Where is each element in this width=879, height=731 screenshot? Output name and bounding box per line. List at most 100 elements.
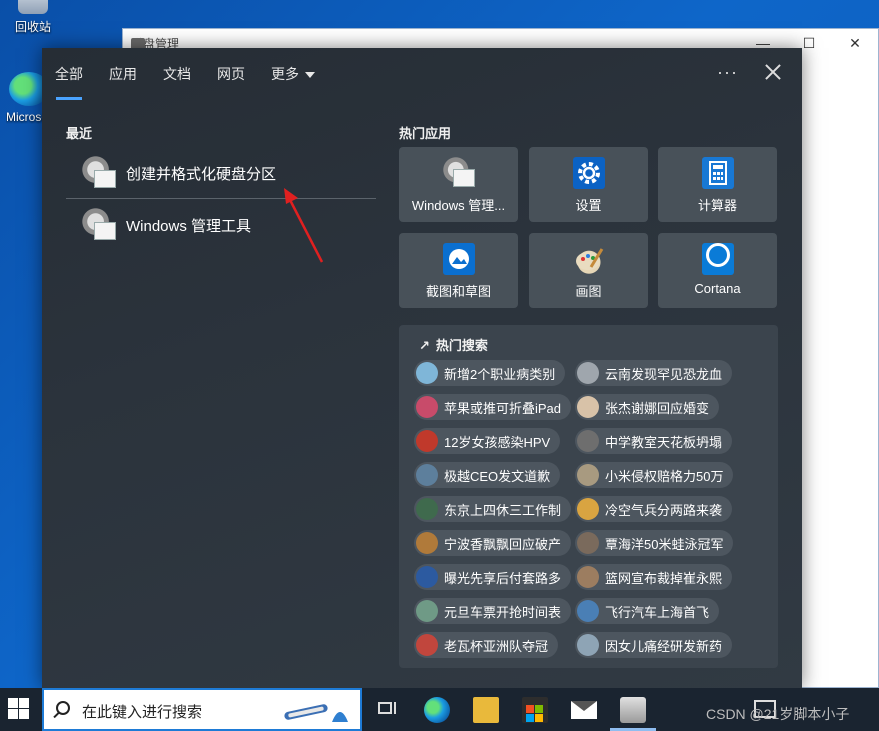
hot-apps-title: 热门应用: [399, 126, 452, 141]
app-tile-settings[interactable]: 设置: [529, 147, 648, 222]
thumbnail-icon: [577, 566, 599, 588]
hot-search-item[interactable]: 小米侵权赔格力50万: [575, 462, 734, 488]
disk-management-icon[interactable]: [620, 697, 646, 723]
app-tile-label: 画图: [575, 284, 602, 299]
hot-search-item[interactable]: 中学教室天花板坍塌: [575, 428, 733, 454]
calculator-icon: [701, 157, 734, 189]
recent-item-label: Windows 管理工具: [126, 217, 252, 235]
hot-search-label: 中学教室天花板坍塌: [605, 434, 723, 450]
app-tile-snip-sketch[interactable]: 截图和草图: [399, 233, 518, 308]
thumbnail-icon: [577, 464, 599, 486]
hot-search-label: 新增2个职业病类别: [444, 366, 556, 382]
start-button[interactable]: [6, 696, 30, 720]
hot-search-item[interactable]: 覃海洋50米蛙泳冠军: [575, 530, 734, 556]
recent-item[interactable]: Windows 管理工具: [66, 200, 376, 250]
hot-search-label: 曝光先享后付套路多: [444, 570, 562, 586]
recent-item[interactable]: 创建并格式化硬盘分区: [66, 148, 376, 198]
tab-all[interactable]: 全部: [42, 48, 96, 100]
admin-tools-icon: [442, 157, 475, 189]
hot-search-item[interactable]: 苹果或推可折叠iPad: [414, 394, 572, 420]
admin-tools-icon: [82, 208, 116, 242]
hot-search-item[interactable]: 飞行汽车上海首飞: [575, 598, 720, 624]
app-tile-label: 设置: [575, 198, 602, 213]
hot-search-item[interactable]: 东京上四休三工作制: [414, 496, 572, 522]
task-view-icon[interactable]: [374, 697, 400, 723]
hot-search-label: 宁波香飘飘回应破产: [444, 536, 562, 552]
more-options-button[interactable]: ···: [717, 62, 738, 83]
trending-icon: ↗: [419, 338, 430, 353]
tab-label: 文档: [163, 66, 191, 82]
hot-search-item[interactable]: 云南发现罕见恐龙血: [575, 360, 733, 386]
divider: [66, 198, 376, 199]
app-tile-label: 截图和草图: [425, 284, 491, 299]
thumbnail-icon: [416, 430, 438, 452]
app-tile-calculator[interactable]: 计算器: [658, 147, 777, 222]
hot-search-item[interactable]: 元旦车票开抢时间表: [414, 598, 572, 624]
taskbar: 在此键入进行搜索 CSDN @21岁脚本小子: [0, 688, 879, 731]
thumbnail-icon: [577, 600, 599, 622]
taskbar-search-box[interactable]: 在此键入进行搜索: [42, 688, 362, 731]
hot-search-label: 东京上四休三工作制: [444, 502, 562, 518]
search-input[interactable]: 在此键入进行搜索: [82, 701, 202, 722]
hot-search-item[interactable]: 宁波香飘飘回应破产: [414, 530, 572, 556]
hot-search-label: 元旦车票开抢时间表: [444, 604, 562, 620]
thumbnail-icon: [577, 362, 599, 384]
hot-search-label: 因女儿痛经研发新药: [605, 638, 723, 654]
hot-search-label: 覃海洋50米蛙泳冠军: [605, 536, 724, 552]
hot-search-item[interactable]: 冷空气兵分两路来袭: [575, 496, 733, 522]
close-button[interactable]: [762, 60, 784, 84]
search-panel: 全部 应用 文档 网页 更多 ··· 最近 创建并格式化硬盘分区 Windows…: [42, 48, 802, 688]
file-explorer-icon[interactable]: [473, 697, 499, 723]
tab-label: 应用: [109, 66, 137, 82]
search-tabs: 全部 应用 文档 网页 更多: [42, 48, 328, 100]
thumbnail-icon: [416, 362, 438, 384]
thumbnail-icon: [577, 634, 599, 656]
hot-search-label: 小米侵权赔格力50万: [605, 468, 724, 484]
close-window-button[interactable]: ✕: [832, 29, 878, 57]
app-tile-cortana[interactable]: Cortana: [658, 233, 777, 308]
mail-icon[interactable]: [571, 701, 597, 719]
watermark: CSDN @21岁脚本小子: [706, 706, 850, 722]
desktop-icon-recycle-bin[interactable]: 回收站: [0, 0, 68, 35]
hot-search-item[interactable]: 极越CEO发文道歉: [414, 462, 561, 488]
app-tile-windows-admin-tools[interactable]: Windows 管理...: [399, 147, 518, 222]
tab-label: 全部: [55, 66, 83, 82]
store-icon[interactable]: [522, 697, 548, 723]
recent-section-title: 最近: [66, 126, 93, 141]
admin-tools-icon: [82, 156, 116, 190]
hot-search-label: 飞行汽车上海首飞: [605, 604, 710, 620]
annotation-arrow: [284, 188, 324, 263]
app-tile-label: Cortana: [694, 281, 741, 296]
hot-search-item[interactable]: 新增2个职业病类别: [414, 360, 566, 386]
thumbnail-icon: [416, 532, 438, 554]
desktop-icon-label: 回收站: [14, 20, 51, 34]
app-tile-label: Windows 管理...: [411, 198, 506, 213]
edge-icon[interactable]: [424, 697, 450, 723]
tab-apps[interactable]: 应用: [96, 48, 150, 100]
hot-search-title-text: 热门搜索: [435, 338, 488, 353]
tab-more[interactable]: 更多: [258, 48, 328, 100]
thumbnail-icon: [416, 600, 438, 622]
chevron-down-icon: [305, 72, 315, 79]
hot-search-label: 老瓦杯亚洲队夺冠: [444, 638, 549, 654]
hot-search-card: ↗ 热门搜索 新增2个职业病类别 云南发现罕见恐龙血 苹果或推可折叠iPad 张杰谢娜回…: [399, 325, 778, 668]
hot-search-label: 篮网宣布裁掉崔永熙: [605, 570, 723, 586]
thumbnail-icon: [577, 396, 599, 418]
hot-search-item[interactable]: 因女儿痛经研发新药: [575, 632, 733, 658]
hot-search-item[interactable]: 老瓦杯亚洲队夺冠: [414, 632, 559, 658]
tab-web[interactable]: 网页: [204, 48, 258, 100]
tab-documents[interactable]: 文档: [150, 48, 204, 100]
hot-search-title: ↗ 热门搜索: [419, 335, 488, 354]
hot-search-item[interactable]: 张杰谢娜回应婚变: [575, 394, 720, 420]
gear-icon: [572, 157, 605, 189]
hot-search-item[interactable]: 12岁女孩感染HPV: [414, 428, 561, 454]
hot-search-label: 冷空气兵分两路来袭: [605, 502, 723, 518]
snip-sketch-icon: [442, 243, 475, 275]
hot-search-item[interactable]: 篮网宣布裁掉崔永熙: [575, 564, 733, 590]
thumbnail-icon: [577, 430, 599, 452]
hot-search-item[interactable]: 曝光先享后付套路多: [414, 564, 572, 590]
cortana-icon: [701, 243, 734, 275]
search-icon: [56, 701, 70, 715]
thumbnail-icon: [416, 634, 438, 656]
app-tile-paint[interactable]: 画图: [529, 233, 648, 308]
